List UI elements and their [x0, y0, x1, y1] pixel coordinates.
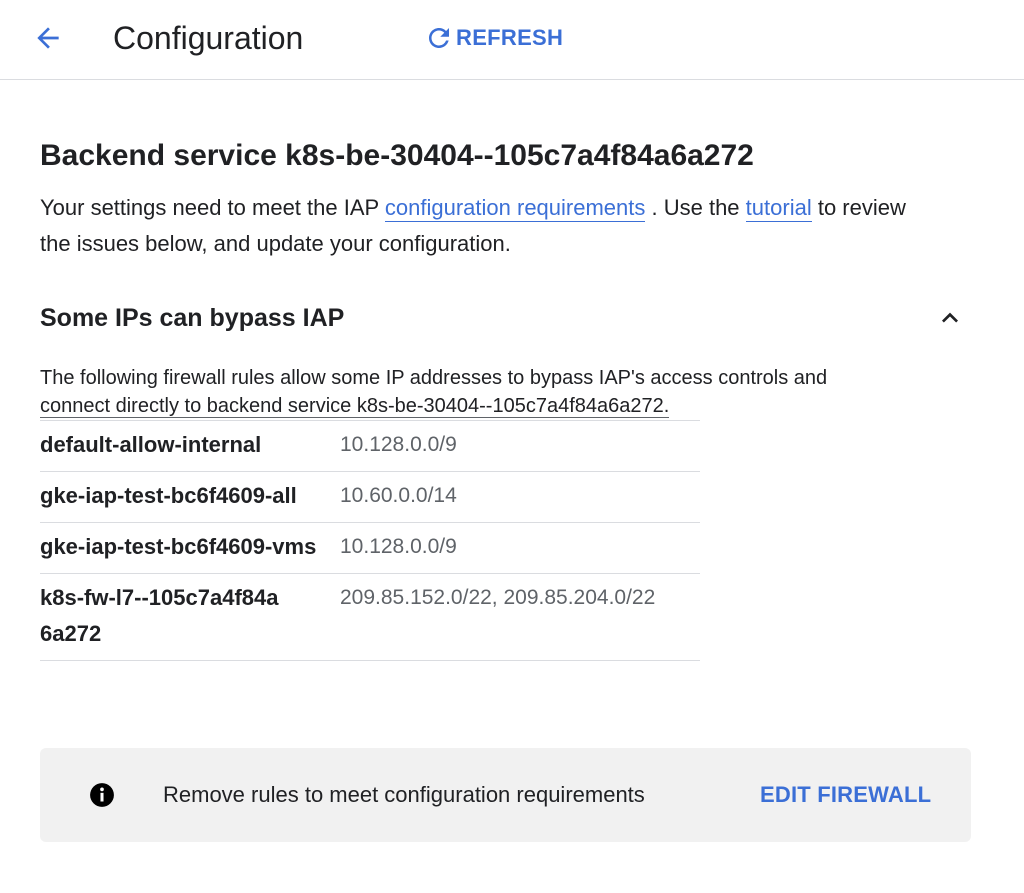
chevron-up-icon [942, 312, 958, 323]
back-button[interactable] [28, 18, 68, 58]
notice-banner: Remove rules to meet configuration requi… [40, 748, 971, 842]
edit-firewall-button[interactable]: EDIT FIREWALL [760, 778, 931, 812]
top-bar: Configuration REFRESH [0, 0, 1024, 80]
section-description-line-2: connect directly to backend service k8s-… [40, 395, 670, 418]
section-title: Some IPs can bypass IAP [40, 304, 345, 332]
rule-name: k8s-fw-l7--105c7a4f84a6a272 [40, 585, 279, 646]
configuration-requirements-link[interactable]: configuration requirements [384, 195, 646, 222]
section-description: The following firewall rules allow some … [40, 364, 940, 420]
table-row: gke-iap-test-bc6f4609-all 10.60.0.0/14 [40, 472, 700, 523]
intro-text: Your settings need to meet the IAP confi… [40, 190, 940, 262]
rule-name: default-allow-internal [40, 432, 262, 457]
rule-ip-ranges: 10.128.0.0/9 [340, 433, 457, 456]
table-row: gke-iap-test-bc6f4609-vms 10.128.0.0/9 [40, 523, 700, 574]
refresh-icon [429, 28, 449, 48]
table-row: k8s-fw-l7--105c7a4f84a6a272 209.85.152.0… [40, 574, 700, 661]
backend-service-title: Backend service k8s-be-30404--105c7a4f84… [40, 139, 754, 172]
intro-text-middle: . Use the [645, 195, 746, 220]
rule-name: gke-iap-test-bc6f4609-vms [40, 534, 317, 559]
info-icon [90, 783, 114, 807]
arrow-back-icon [37, 27, 59, 49]
rule-name: gke-iap-test-bc6f4609-all [40, 483, 297, 508]
tutorial-link[interactable]: tutorial [745, 195, 812, 222]
notice-text: Remove rules to meet configuration requi… [163, 782, 645, 807]
collapse-section-button[interactable] [930, 298, 970, 338]
firewall-rules-table: default-allow-internal 10.128.0.0/9 gke-… [40, 420, 700, 661]
refresh-button[interactable]: REFRESH [424, 22, 563, 54]
rule-ip-ranges: 10.128.0.0/9 [340, 535, 457, 558]
intro-text-start: Your settings need to meet the IAP [40, 195, 385, 220]
section-description-line-1: The following firewall rules allow some … [40, 367, 828, 389]
rule-ip-ranges: 209.85.152.0/22, 209.85.204.0/22 [340, 586, 656, 609]
refresh-label: REFRESH [456, 25, 564, 50]
page-title: Configuration [113, 20, 304, 56]
rule-ip-ranges: 10.60.0.0/14 [340, 484, 457, 507]
table-row: default-allow-internal 10.128.0.0/9 [40, 420, 700, 472]
